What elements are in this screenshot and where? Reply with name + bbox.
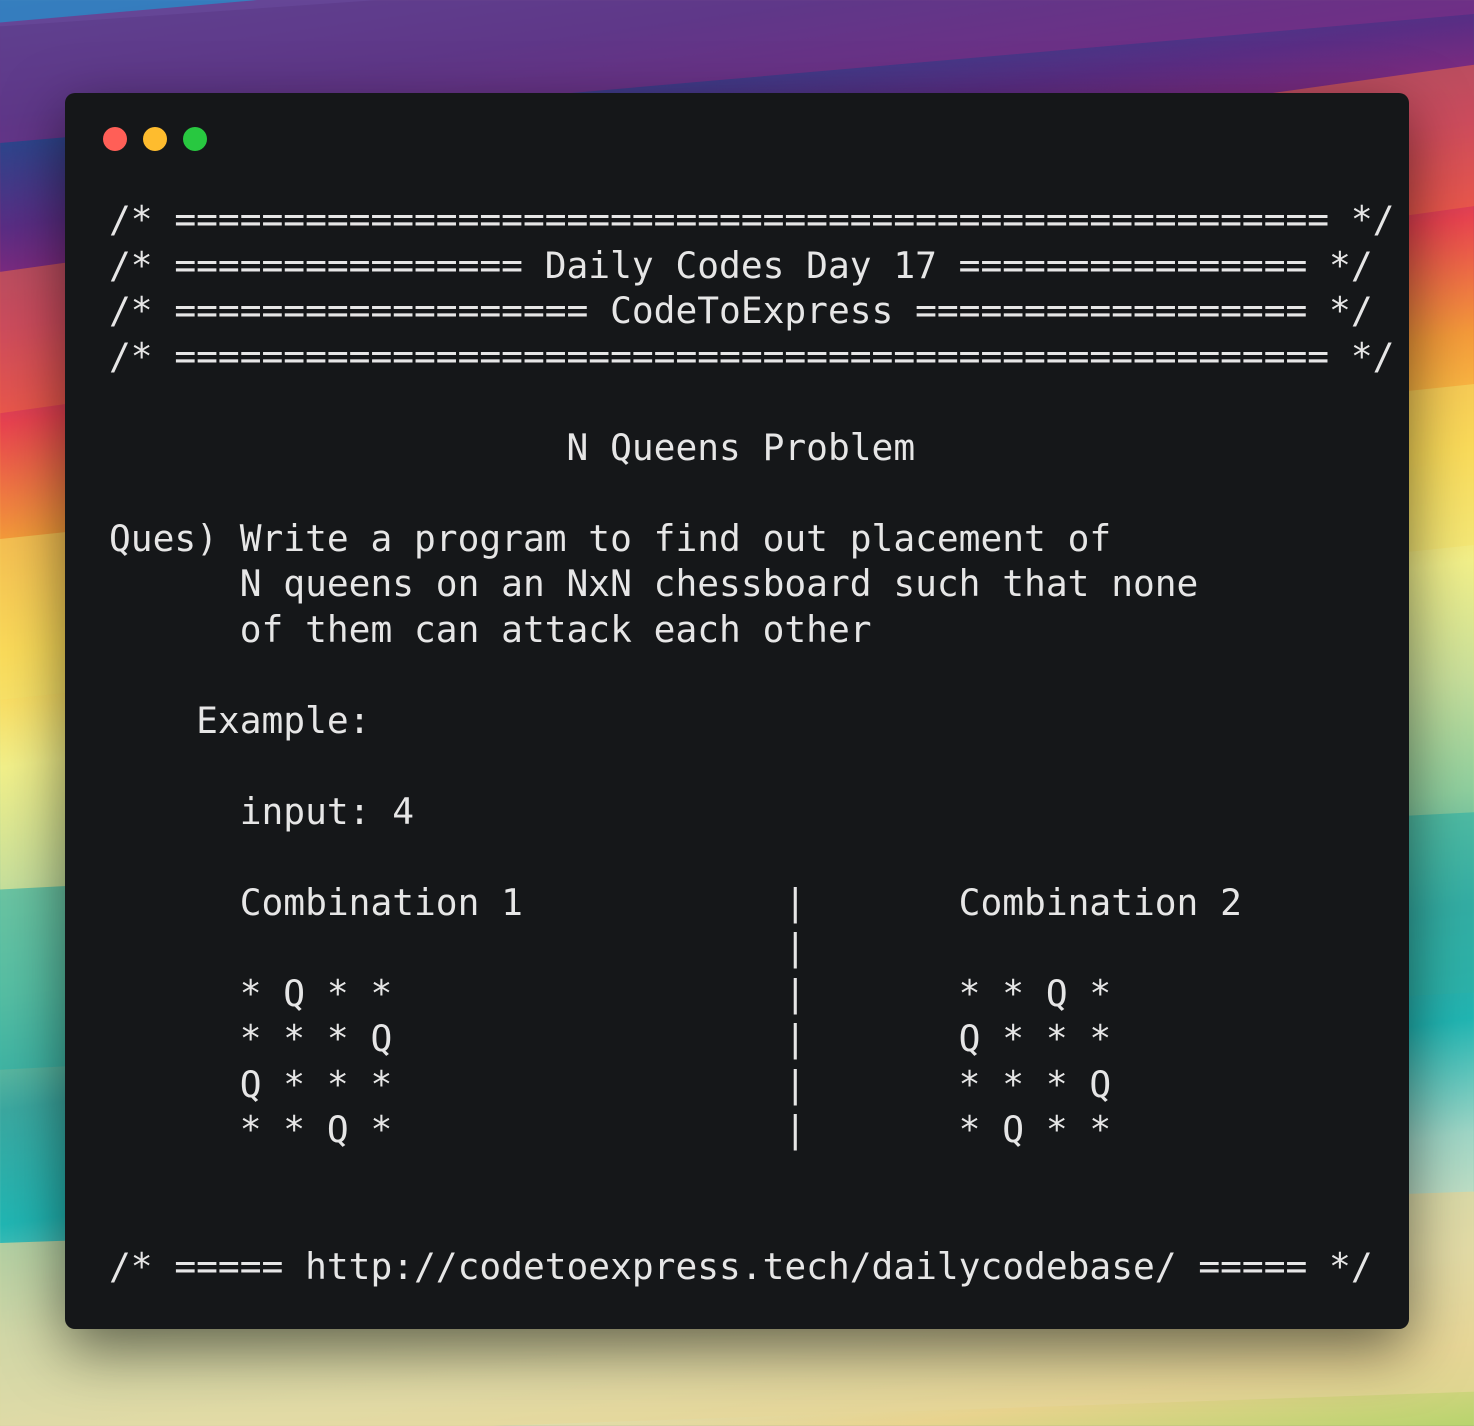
problem-title: N Queens Problem (109, 425, 916, 469)
question-line: of them can attack each other (109, 607, 872, 651)
minimize-button[interactable] (143, 127, 167, 151)
code-window: /* =====================================… (65, 93, 1409, 1329)
question-line: N queens on an NxN chessboard such that … (109, 562, 1199, 605)
header-rule-line: /* =====================================… (109, 198, 1395, 241)
question-line: Ques) Write a program to find out placem… (109, 516, 1112, 560)
input-line: input: 4 (109, 789, 415, 833)
code-block: /* =====================================… (109, 197, 1394, 1289)
window-controls (103, 127, 207, 151)
maximize-button[interactable] (183, 127, 207, 151)
combination-headers: Combination 1 | Combination 2 (109, 880, 1242, 924)
separator-line: | (109, 926, 807, 969)
header-title-line: /* ================ Daily Codes Day 17 =… (109, 243, 1373, 287)
board-row: Q * * * | * * * Q (109, 1062, 1112, 1106)
board-row: * * Q * | * Q * * (109, 1108, 1112, 1151)
board-row: * Q * * | * * Q * (109, 971, 1112, 1015)
example-label: Example: (109, 698, 371, 742)
close-button[interactable] (103, 127, 127, 151)
header-brand-line: /* =================== CodeToExpress ===… (109, 289, 1373, 332)
footer-link-line: /* ===== http://codetoexpress.tech/daily… (109, 1244, 1373, 1288)
board-row: * * * Q | Q * * * (109, 1017, 1112, 1060)
header-rule-line: /* =====================================… (109, 334, 1395, 378)
